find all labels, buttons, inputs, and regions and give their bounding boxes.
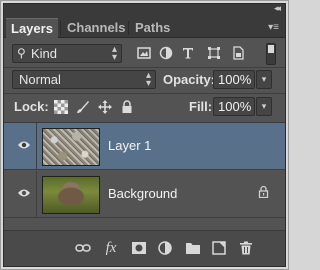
visibility-column-divider: [36, 123, 37, 170]
new-layer-icon[interactable]: [210, 239, 228, 257]
window-frame: ◂◂ Layers Channels Paths ▾≡ ⚲ Kind ▴ ▾ N…: [0, 0, 289, 270]
pixel-filter-icon[interactable]: [137, 46, 151, 60]
adjustment-layer-icon[interactable]: [156, 239, 174, 257]
tab-divider: [60, 21, 61, 35]
chevron-updown-icon: ▴ ▾: [145, 70, 151, 89]
filter-toggle-switch[interactable]: [266, 43, 276, 65]
layers-list: Layer 1 Background: [4, 122, 285, 230]
layer-row-layer-1[interactable]: Layer 1: [4, 123, 285, 170]
visibility-column-divider: [36, 171, 37, 218]
delete-layer-icon[interactable]: [237, 239, 255, 257]
tab-divider: [128, 21, 129, 35]
opacity-label: Opacity:: [163, 72, 216, 87]
adjustment-filter-icon[interactable]: [159, 46, 173, 60]
layer-locked-icon: [258, 185, 269, 198]
tab-paths[interactable]: Paths: [130, 18, 175, 39]
shape-filter-icon[interactable]: [207, 46, 221, 60]
fill-label: Fill:: [189, 99, 213, 114]
divider: [4, 67, 285, 68]
layer-style-icon[interactable]: fx: [102, 239, 120, 257]
smart-object-filter-icon[interactable]: [231, 46, 245, 60]
lock-image-pixels-icon[interactable]: [76, 100, 90, 114]
type-filter-icon[interactable]: [181, 46, 195, 60]
layers-panel: ◂◂ Layers Channels Paths ▾≡ ⚲ Kind ▴ ▾ N…: [3, 3, 286, 267]
blend-mode-value: Normal: [19, 72, 61, 87]
visibility-eye-icon[interactable]: [17, 187, 31, 199]
visibility-eye-icon[interactable]: [17, 139, 31, 151]
layer-name[interactable]: Layer 1: [108, 138, 151, 153]
layer-thumbnail[interactable]: [42, 176, 100, 214]
filter-kind-select[interactable]: ⚲ Kind ▴ ▾: [12, 44, 122, 63]
layer-mask-icon[interactable]: [130, 239, 148, 257]
panel-title-strip[interactable]: ◂◂: [4, 3, 285, 16]
link-layers-icon[interactable]: [74, 239, 92, 257]
lock-position-icon[interactable]: [98, 100, 112, 114]
layer-thumbnail[interactable]: [42, 128, 100, 166]
fill-input[interactable]: 100%: [213, 97, 255, 116]
new-group-icon[interactable]: [184, 239, 202, 257]
tab-layers[interactable]: Layers: [6, 18, 58, 39]
layers-bottom-toolbar: fx: [4, 230, 285, 266]
lock-label: Lock:: [14, 99, 49, 114]
opacity-dropdown-button[interactable]: ▾: [256, 70, 272, 89]
divider: [4, 93, 285, 94]
panel-menu-icon[interactable]: ▾≡: [268, 22, 279, 33]
filter-kind-label: Kind: [31, 46, 58, 61]
lock-transparent-pixels-icon[interactable]: [54, 100, 68, 114]
blend-mode-select[interactable]: Normal ▴ ▾: [12, 70, 156, 89]
lock-all-icon[interactable]: [120, 100, 134, 114]
tab-channels[interactable]: Channels: [62, 18, 131, 39]
fill-dropdown-button[interactable]: ▾: [256, 97, 272, 116]
search-icon: ⚲: [17, 46, 26, 60]
tab-bar: Layers Channels Paths ▾≡: [4, 16, 285, 39]
chevron-updown-icon: ▴ ▾: [111, 44, 117, 63]
layer-name[interactable]: Background: [108, 186, 177, 201]
layer-row-background[interactable]: Background: [4, 171, 285, 218]
collapse-icon[interactable]: ◂◂: [274, 3, 281, 14]
opacity-input[interactable]: 100%: [213, 70, 255, 89]
